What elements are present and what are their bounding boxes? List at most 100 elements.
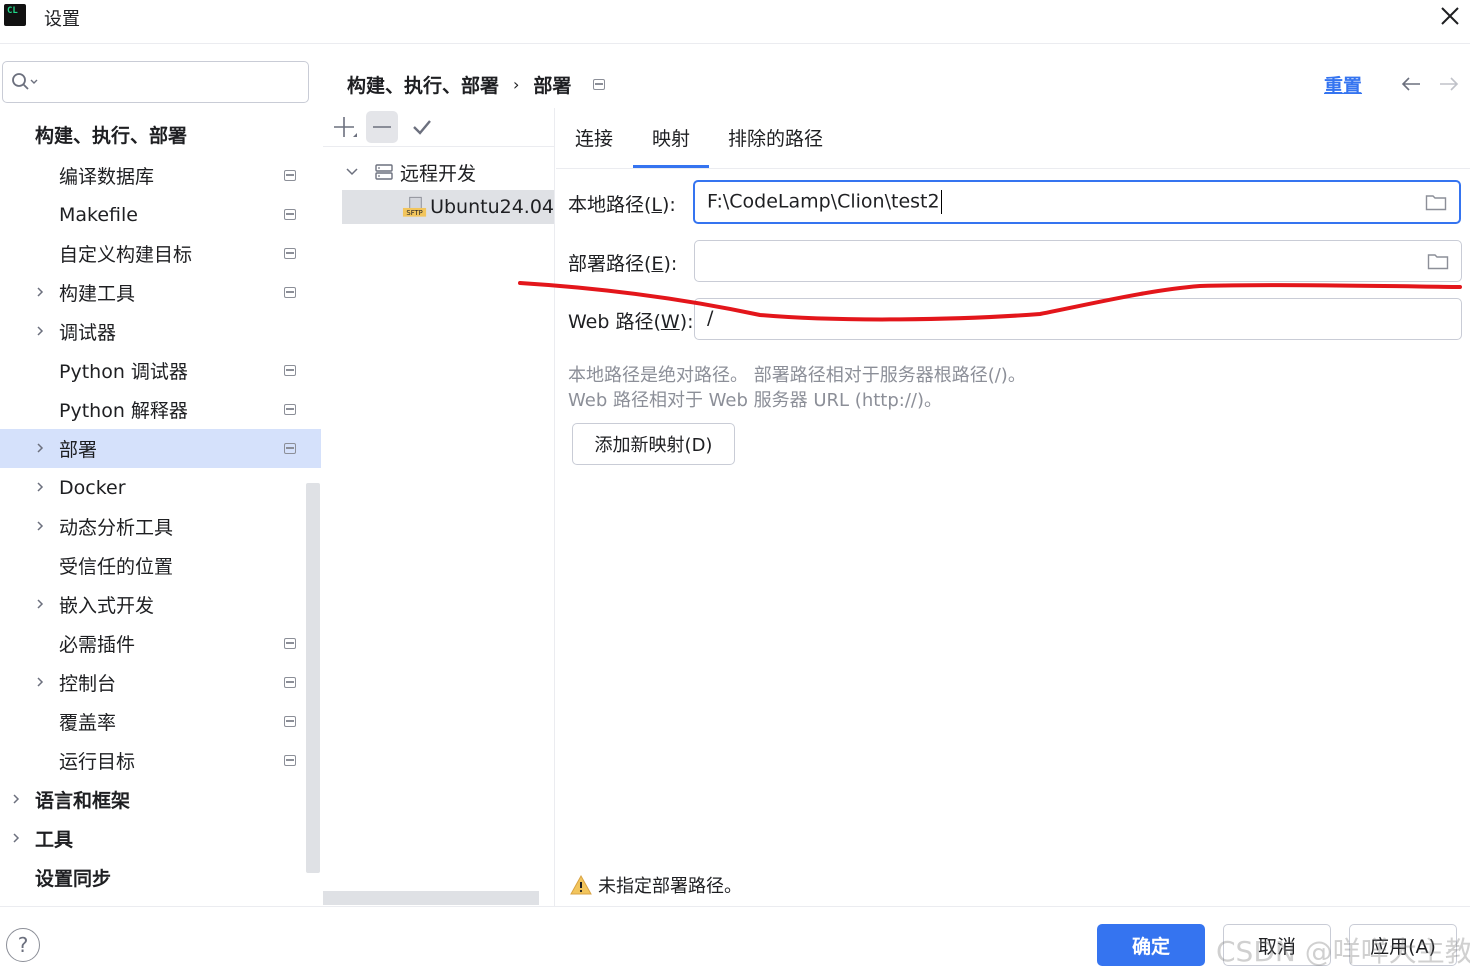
remove-server-button[interactable]	[366, 111, 398, 143]
sidebar-item-console[interactable]: 控制台	[0, 663, 321, 702]
sidebar-item-settings-sync[interactable]: 设置同步	[0, 858, 321, 897]
server-group-icon	[375, 164, 393, 180]
project-scope-icon	[284, 209, 296, 220]
web-path-input[interactable]: /	[694, 298, 1462, 340]
sidebar-item-label: 受信任的位置	[59, 556, 174, 578]
plus-icon	[334, 117, 357, 137]
checkmark-icon	[413, 120, 431, 135]
folder-icon[interactable]	[1425, 193, 1447, 211]
deployment-path-input[interactable]	[694, 240, 1462, 282]
sidebar-item-build-tools[interactable]: 构建工具	[0, 273, 321, 312]
chevron-right-icon[interactable]	[34, 520, 46, 532]
sidebar-item-languages-frameworks[interactable]: 语言和框架	[0, 780, 321, 819]
local-path-input[interactable]: F:\CodeLamp\Clion\test2	[693, 180, 1461, 224]
sidebar-item-label: 覆盖率	[59, 712, 117, 734]
sidebar-item-label: 控制台	[59, 673, 117, 695]
chevron-right-icon[interactable]	[34, 481, 46, 493]
ok-button[interactable]: 确定	[1097, 924, 1205, 966]
chevron-right-icon[interactable]	[10, 832, 22, 844]
tree-node-label: 远程开发	[400, 162, 477, 185]
warning-message: 未指定部署路径。	[570, 872, 742, 898]
sidebar-item-deployment[interactable]: 部署	[0, 429, 321, 468]
sidebar-item-compilation-database[interactable]: 编译数据库	[0, 156, 321, 195]
tree-node-remote-development[interactable]: 远程开发	[342, 155, 554, 189]
sidebar-item-trusted-locations[interactable]: 受信任的位置	[0, 546, 321, 585]
project-scope-icon	[284, 677, 296, 688]
project-scope-icon	[284, 755, 296, 766]
sidebar-item-label: 自定义构建目标	[59, 244, 193, 266]
project-scope-icon	[593, 79, 606, 90]
sidebar-item-coverage[interactable]: 覆盖率	[0, 702, 321, 741]
tree-node-ubuntu-server[interactable]: SFTP Ubuntu24.04	[342, 190, 554, 224]
chevron-right-icon[interactable]	[34, 442, 46, 454]
breadcrumb-separator: ›	[513, 75, 520, 94]
path-hint-line-2: Web 路径相对于 Web 服务器 URL (http://)。	[568, 390, 942, 411]
tab-mappings[interactable]: 映射	[652, 124, 690, 151]
sidebar-item-label: 动态分析工具	[59, 517, 174, 539]
panel-divider[interactable]	[554, 108, 555, 906]
project-scope-icon	[284, 248, 296, 259]
chevron-right-icon[interactable]	[34, 286, 46, 298]
tabs-divider	[556, 168, 1470, 169]
sidebar-item-custom-build-targets[interactable]: 自定义构建目标	[0, 234, 321, 273]
sidebar-item-label: 构建工具	[59, 283, 136, 305]
add-server-button[interactable]	[328, 111, 360, 143]
deploy-path-label: 部署路径(E):	[568, 253, 678, 275]
project-scope-icon	[284, 170, 296, 181]
settings-search-input[interactable]	[2, 61, 309, 103]
title-bar: CL 设置	[0, 0, 1470, 44]
sidebar-item-dynamic-analysis-tools[interactable]: 动态分析工具	[0, 507, 321, 546]
sidebar-item-label: 编译数据库	[59, 166, 155, 188]
tree-toolbar-divider	[323, 146, 554, 147]
chevron-right-icon[interactable]	[10, 793, 22, 805]
sidebar-item-build-execution-deployment[interactable]: 构建、执行、部署	[0, 115, 321, 154]
chevron-down-icon[interactable]	[342, 162, 362, 182]
watermark-text: CSDN @咩咩大主教	[1216, 935, 1470, 968]
sidebar-item-required-plugins[interactable]: 必需插件	[0, 624, 321, 663]
sidebar-item-embedded-development[interactable]: 嵌入式开发	[0, 585, 321, 624]
chevron-right-icon[interactable]	[34, 676, 46, 688]
sidebar-item-label: Makefile	[59, 203, 138, 226]
close-icon[interactable]	[1438, 4, 1462, 28]
sidebar-item-run-targets[interactable]: 运行目标	[0, 741, 321, 780]
set-default-server-button[interactable]	[406, 111, 438, 143]
tab-excluded-paths[interactable]: 排除的路径	[728, 124, 823, 151]
sidebar-item-label: Python 调试器	[59, 361, 188, 383]
warning-icon	[570, 875, 592, 895]
chevron-right-icon[interactable]	[34, 598, 46, 610]
sidebar-item-python-debugger[interactable]: Python 调试器	[0, 351, 321, 390]
folder-icon[interactable]	[1427, 252, 1449, 270]
sidebar-item-label: 工具	[35, 829, 74, 851]
add-new-mapping-button[interactable]: 添加新映射(D)	[572, 423, 735, 465]
project-scope-icon	[284, 443, 296, 454]
search-icon	[12, 73, 38, 90]
sidebar-item-label: 设置同步	[35, 868, 112, 890]
sidebar-scrollbar[interactable]	[306, 483, 320, 873]
project-scope-icon	[284, 716, 296, 727]
sidebar-item-label: Docker	[59, 476, 126, 499]
tree-horizontal-scrollbar[interactable]	[323, 891, 539, 905]
sidebar-item-tools[interactable]: 工具	[0, 819, 321, 858]
warning-text: 未指定部署路径。	[598, 876, 742, 897]
footer-divider	[0, 906, 1470, 907]
project-scope-icon	[284, 287, 296, 298]
sidebar-item-docker[interactable]: Docker	[0, 468, 321, 507]
local-path-value: F:\CodeLamp\Clion\test2	[707, 190, 940, 213]
sidebar-item-label: 嵌入式开发	[59, 595, 155, 617]
help-button[interactable]: ?	[6, 928, 40, 962]
sftp-server-icon: SFTP	[402, 196, 427, 217]
project-scope-icon	[284, 638, 296, 649]
sidebar-item-label: 运行目标	[59, 751, 136, 773]
forward-arrow-icon[interactable]	[1438, 74, 1460, 94]
reset-link[interactable]: 重置	[1324, 71, 1362, 98]
back-arrow-icon[interactable]	[1400, 74, 1422, 94]
breadcrumb-parent[interactable]: 构建、执行、部署	[347, 71, 499, 98]
web-path-value: /	[707, 307, 714, 329]
tab-connection[interactable]: 连接	[575, 124, 613, 151]
sidebar-item-makefile[interactable]: Makefile	[0, 195, 321, 234]
breadcrumb: 构建、执行、部署 › 部署	[347, 71, 606, 98]
sidebar-item-python-interpreter[interactable]: Python 解释器	[0, 390, 321, 429]
chevron-right-icon[interactable]	[34, 325, 46, 337]
sidebar-item-debugger[interactable]: 调试器	[0, 312, 321, 351]
sidebar-item-label: 必需插件	[59, 634, 136, 656]
